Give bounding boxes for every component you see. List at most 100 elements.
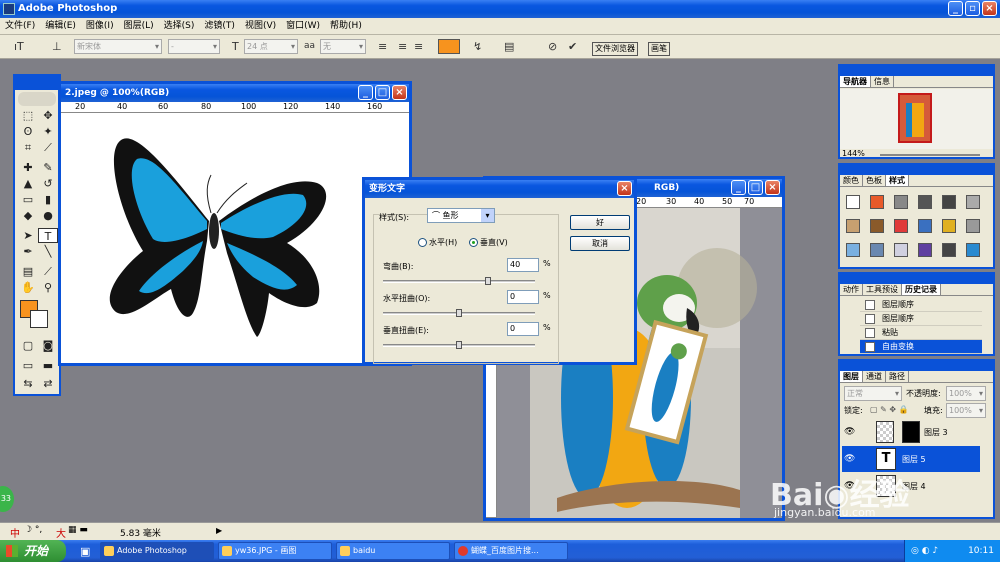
minimize-button[interactable]: _ xyxy=(948,1,963,16)
style-swatch[interactable] xyxy=(966,243,980,257)
vertical-radio[interactable] xyxy=(469,238,478,247)
restore-button[interactable]: ▫ xyxy=(965,1,980,16)
bend-slider-thumb[interactable] xyxy=(485,277,492,285)
adobe-eye-icon[interactable] xyxy=(18,92,56,106)
history-item[interactable]: 图层顺序 xyxy=(860,298,982,312)
ime-fullwidth[interactable]: 大 xyxy=(56,525,66,540)
type-tool-icon[interactable]: T xyxy=(38,228,58,243)
notes-icon[interactable]: ▤ xyxy=(18,264,38,279)
hdist-slider[interactable] xyxy=(383,309,535,317)
style-swatch[interactable] xyxy=(966,195,980,209)
vdist-input[interactable]: 0 xyxy=(507,322,539,336)
close-button[interactable]: × xyxy=(982,1,997,16)
horizontal-radio[interactable] xyxy=(418,238,427,247)
menu-window[interactable]: 窗口(W) xyxy=(281,18,325,35)
style-swatch[interactable] xyxy=(894,219,908,233)
status-arrow-icon[interactable]: ▶ xyxy=(216,526,222,535)
close-button[interactable]: × xyxy=(392,85,407,100)
minimize-button[interactable]: _ xyxy=(731,180,746,195)
pen-icon[interactable]: ✒ xyxy=(18,244,38,259)
tab-actions[interactable]: 动作 xyxy=(840,284,863,295)
blend-mode-select[interactable]: 正常 xyxy=(844,386,902,401)
antialias-select[interactable]: 无 xyxy=(320,39,366,54)
move-icon[interactable]: ✥ xyxy=(38,108,58,123)
gradient-icon[interactable]: ▮ xyxy=(38,192,58,207)
menu-layer[interactable]: 图层(L) xyxy=(119,18,159,35)
standard-mode-icon[interactable]: ▢ xyxy=(18,338,38,353)
tab-paths[interactable]: 路径 xyxy=(886,371,909,382)
fullscreen-mode-icon[interactable]: ▬ xyxy=(38,358,58,373)
warp-text-icon[interactable]: ↯ xyxy=(473,40,482,53)
font-style-select[interactable]: - xyxy=(168,39,220,54)
style-swatch[interactable] xyxy=(966,219,980,233)
zoom-slider[interactable] xyxy=(880,154,980,156)
menu-edit[interactable]: 编辑(E) xyxy=(40,18,81,35)
path-select-icon[interactable]: ➤ xyxy=(18,228,38,243)
layer-row[interactable]: 👁 图层 3 xyxy=(842,419,980,445)
style-swatch[interactable] xyxy=(942,243,956,257)
vdist-slider-thumb[interactable] xyxy=(456,341,462,349)
task-paint[interactable]: yw36.JPG - 画图 xyxy=(218,542,332,560)
cancel-button[interactable]: 取消 xyxy=(570,236,630,251)
history-item[interactable]: 图层顺序 xyxy=(860,312,982,326)
tab-tool-presets[interactable]: 工具预设 xyxy=(863,284,902,295)
bend-input[interactable]: 40 xyxy=(507,258,539,272)
start-button[interactable]: 开始 xyxy=(0,540,66,562)
tray-icons[interactable]: ◎ ◐ ♪ xyxy=(911,540,938,562)
history-item-active[interactable]: 自由变换 xyxy=(860,340,982,354)
tab-swatches[interactable]: 色板 xyxy=(863,175,886,186)
menu-help[interactable]: 帮助(H) xyxy=(325,18,367,35)
magic-wand-icon[interactable]: ✦ xyxy=(38,124,58,139)
task-folder[interactable]: baidu xyxy=(336,542,450,560)
tab-channels[interactable]: 通道 xyxy=(863,371,886,382)
tab-brushes[interactable]: 画笔 xyxy=(648,42,670,56)
line-icon[interactable]: ╲ xyxy=(38,244,58,259)
menu-view[interactable]: 视图(V) xyxy=(240,18,281,35)
cancel-transform-icon[interactable]: ⊘ xyxy=(548,40,557,53)
style-swatch[interactable] xyxy=(846,219,860,233)
palettes-icon[interactable]: ▤ xyxy=(504,40,514,53)
tab-navigator[interactable]: 导航器 xyxy=(840,76,871,87)
stamp-icon[interactable]: ▲ xyxy=(18,176,38,191)
crop-icon[interactable]: ⌗ xyxy=(18,140,38,155)
hdist-slider-thumb[interactable] xyxy=(456,309,462,317)
tab-layers[interactable]: 图层 xyxy=(840,371,863,382)
healing-icon[interactable]: ✚ xyxy=(18,160,38,175)
blur-icon[interactable]: ◆ xyxy=(18,208,38,223)
style-select[interactable]: ⌒ 鱼形 ▾ xyxy=(427,208,495,223)
style-swatch[interactable] xyxy=(870,219,884,233)
hand-icon[interactable]: ✋ xyxy=(18,280,38,295)
tab-history[interactable]: 历史记录 xyxy=(902,284,941,295)
style-swatch[interactable] xyxy=(918,243,932,257)
style-swatch[interactable] xyxy=(870,243,884,257)
task-browser[interactable]: 蝴蝶_百度图片搜... xyxy=(454,542,568,560)
ime-moon-icon[interactable]: ☽ °, xyxy=(24,525,42,535)
close-button[interactable]: × xyxy=(765,180,780,195)
hdist-input[interactable]: 0 xyxy=(507,290,539,304)
keyboard-icon[interactable]: ▦ ▬ xyxy=(68,525,88,535)
opacity-select[interactable]: 100% xyxy=(946,386,986,401)
style-swatch[interactable] xyxy=(870,195,884,209)
background-color-swatch[interactable] xyxy=(30,310,48,328)
minimize-button[interactable]: _ xyxy=(358,85,373,100)
eye-icon[interactable]: 👁 xyxy=(844,454,855,464)
dodge-icon[interactable]: ● xyxy=(38,208,58,223)
zoom-level[interactable]: 144% xyxy=(842,149,865,158)
maximize-button[interactable]: □ xyxy=(748,180,763,195)
vdist-slider[interactable] xyxy=(383,341,535,349)
bend-slider[interactable] xyxy=(383,277,535,285)
close-button[interactable]: × xyxy=(617,181,632,196)
history-brush-icon[interactable]: ↺ xyxy=(38,176,58,191)
text-orientation-icon[interactable]: ⊥ xyxy=(52,40,62,53)
lasso-icon[interactable]: ʘ xyxy=(18,124,38,139)
style-swatch[interactable] xyxy=(918,195,932,209)
font-family-select[interactable]: 新宋体 xyxy=(74,39,162,54)
ok-button[interactable]: 好 xyxy=(570,215,630,230)
fill-select[interactable]: 100% xyxy=(946,403,986,418)
style-swatch[interactable] xyxy=(846,243,860,257)
eyedropper-icon[interactable]: ⟋ xyxy=(38,264,58,279)
layer-row-active[interactable]: 👁 T 图层 5 xyxy=(842,446,980,472)
align-right-icon[interactable]: ≡ xyxy=(414,40,423,53)
menu-file[interactable]: 文件(F) xyxy=(0,18,40,35)
font-size-select[interactable]: 24 点 xyxy=(244,39,298,54)
